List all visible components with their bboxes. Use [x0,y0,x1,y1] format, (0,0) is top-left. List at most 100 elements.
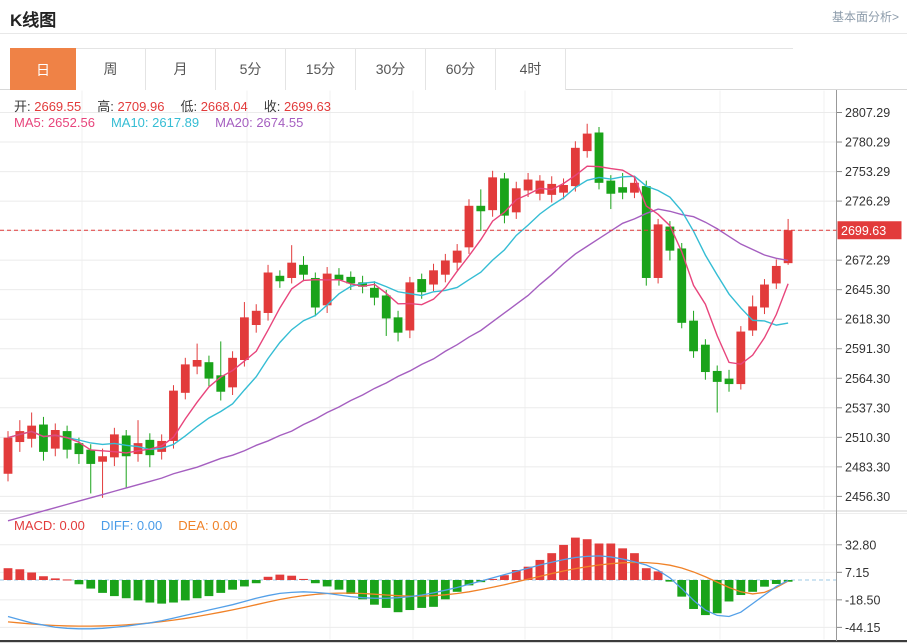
legend-high-label: 高: [97,99,114,114]
legend-diff-value: 0.00 [133,518,163,533]
candle-body [582,133,592,152]
macd-histogram [3,537,793,616]
candle-body [618,187,628,193]
candle-body [570,147,580,187]
candle-body [263,272,273,313]
candle-body [109,434,119,458]
legend-high: 高: 2709.96 [97,99,164,114]
macd-bar [358,580,367,600]
candle-body [464,205,474,248]
macd-bar [570,537,580,580]
legend-diff-label: DIFF: [100,518,134,533]
kline-page: K线图 基本面分析> 日周月 5分 15分 30分 60分 4时 2807.29 2780.… [0,0,907,644]
legend-dea: DEA: 0.00 [178,518,237,533]
candle-body [370,287,379,298]
candle-body [771,265,781,284]
macd-bar [15,569,25,580]
legend-ma5-label: MA5: [14,115,45,130]
macd-bar [322,580,332,587]
macd-bar [27,572,37,580]
macd-tick-label: -18.50 [845,593,880,607]
legend-high-value: 2709.96 [113,99,165,114]
macd-legend: MACD: 0.00 DIFF: 0.00 DEA: 0.00 [14,518,254,533]
macd-bar [547,553,557,580]
legend-ma20-value: 2674.55 [252,115,304,130]
candle-body [440,260,450,275]
candle-body [204,362,214,379]
candle-body [192,360,202,367]
price-tick-label: 2780.29 [845,136,890,150]
macd-bar [62,579,72,581]
macd-bar [216,580,226,593]
macd-bar [145,580,155,603]
candle-body [240,317,249,361]
legend-macd-value: 0.00 [55,518,85,533]
candle-body [133,443,143,455]
price-tick-label: 2564.30 [845,372,890,386]
candle-body [452,250,462,263]
ma5-line [7,165,789,454]
candle-body [15,431,25,443]
macd-bar [263,576,273,580]
legend-low-value: 2668.04 [197,99,248,114]
legend-ma20: MA20: 2674.55 [215,115,303,130]
candles [3,123,793,498]
legend-low: 低: 2668.04 [180,99,247,114]
macd-bar [98,580,107,593]
price-tick-label: 2807.29 [845,106,890,120]
macd-bar [287,575,297,580]
candle-body [275,275,285,282]
candle-body [62,431,72,450]
candle-body [724,378,734,385]
macd-bar [594,543,604,580]
macd-bar [3,568,13,580]
candle-body [700,344,710,373]
macd-bar [180,580,190,601]
ma20-line [7,208,789,522]
candle-body [322,273,332,306]
bottom-border [0,640,907,643]
candle-body [783,230,793,264]
macd-bar [133,580,143,601]
price-tick-label: 2645.30 [845,283,890,297]
macd-bar [299,578,308,580]
candle-body [606,180,616,194]
legend-close: 收: 2699.63 [264,99,331,114]
candle-body [653,224,663,278]
macd-bar [559,544,568,580]
macd-bar [275,574,285,580]
macd-bar [724,580,734,602]
macd-bar [204,580,214,597]
candle-body [299,264,308,275]
candle-body [180,364,190,393]
macd-bar [334,580,344,590]
candle-body [559,185,568,193]
candle-body [417,279,427,293]
macd-bar [618,548,628,580]
price-tick-label: 2456.30 [845,490,890,504]
candle-body [50,430,60,449]
macd-bar [240,580,249,587]
macd-bar [346,580,356,594]
candle-body [429,270,438,285]
candle-body [405,282,415,331]
candle-body [39,424,48,452]
price-tick-label: 2537.30 [845,401,890,415]
macd-bar [748,580,758,592]
macd-tick-label: -44.15 [845,621,880,635]
legend-ma10-value: 2617.89 [148,115,200,130]
price-tick-label: 2726.29 [845,195,890,209]
candle-body [760,284,769,308]
macd-bar [39,576,48,580]
macd-tick-label: 32.80 [845,538,876,552]
current-price-badge-label: 2699.63 [841,224,886,238]
legend-ma5-value: 2652.56 [44,115,95,130]
macd-bar [641,568,651,580]
price-tick-label: 2672.29 [845,254,890,268]
legend-low-label: 低: [180,99,198,114]
legend-close-value: 2699.63 [280,99,331,114]
legend-open-label: 开: [14,99,31,114]
ohlc-legend: 开: 2669.55 高: 2709.96 低: 2668.04 收: 2699.63 [14,96,347,115]
legend-macd: MACD: 0.00 [14,518,85,533]
macd-bar [689,580,698,609]
